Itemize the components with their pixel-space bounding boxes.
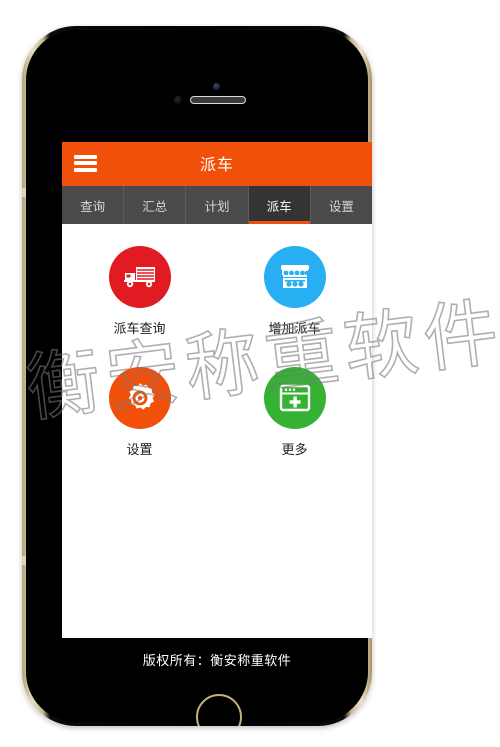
phone-device: 派车 查询 汇总 计划 派车 设置 派车查询 增加派车 设置 更多 版权所有：衡… [22, 26, 372, 726]
hamburger-bar [74, 161, 97, 165]
proximity-sensor-icon [213, 83, 220, 90]
phone-screen: 派车 查询 汇总 计划 派车 设置 派车查询 增加派车 设置 更多 [62, 142, 372, 638]
tile-label: 派车查询 [113, 322, 166, 337]
tab-shezhi[interactable]: 设置 [310, 186, 372, 224]
tab-label: 设置 [328, 198, 354, 214]
tile-paiche-chaxun[interactable]: 派车查询 [80, 246, 200, 337]
tile-label: 更多 [281, 443, 308, 458]
store-icon [263, 246, 326, 308]
antenna-band-left-bottom [22, 556, 26, 565]
tab-jihua[interactable]: 计划 [186, 186, 249, 224]
earpiece-speaker [190, 96, 246, 104]
tile-gengduo[interactable]: 更多 [235, 367, 355, 458]
copyright-text: 版权所有：衡安称重软件 [142, 653, 292, 669]
tab-label: 汇总 [142, 198, 168, 214]
truck-icon [108, 246, 171, 308]
front-camera-icon [174, 96, 182, 104]
tab-label: 查询 [80, 198, 106, 214]
tab-huizong[interactable]: 汇总 [124, 186, 187, 224]
hamburger-bar [74, 154, 97, 159]
page-title: 派车 [199, 155, 234, 174]
hamburger-bar [74, 167, 97, 172]
tab-bar: 查询 汇总 计划 派车 设置 [62, 184, 372, 224]
gear-icon [108, 367, 171, 429]
antenna-band-left-top [22, 188, 26, 197]
tab-paiche[interactable]: 派车 [248, 186, 311, 224]
tile-grid: 派车查询 增加派车 设置 更多 [62, 246, 372, 458]
tab-chaxun[interactable]: 查询 [62, 186, 125, 224]
app-header: 派车 [62, 142, 372, 184]
tile-label: 设置 [126, 443, 153, 458]
tab-label: 派车 [266, 198, 292, 214]
tile-zengjia-paiche[interactable]: 增加派车 [235, 246, 355, 337]
hamburger-icon[interactable] [74, 154, 97, 172]
window-plus-icon [263, 367, 326, 429]
copyright-footer: 版权所有：衡安称重软件 [62, 638, 372, 680]
tile-label: 增加派车 [268, 322, 321, 337]
tile-shezhi[interactable]: 设置 [80, 367, 200, 458]
tab-label: 计划 [204, 198, 230, 214]
main-content: 派车查询 增加派车 设置 更多 [62, 224, 372, 638]
